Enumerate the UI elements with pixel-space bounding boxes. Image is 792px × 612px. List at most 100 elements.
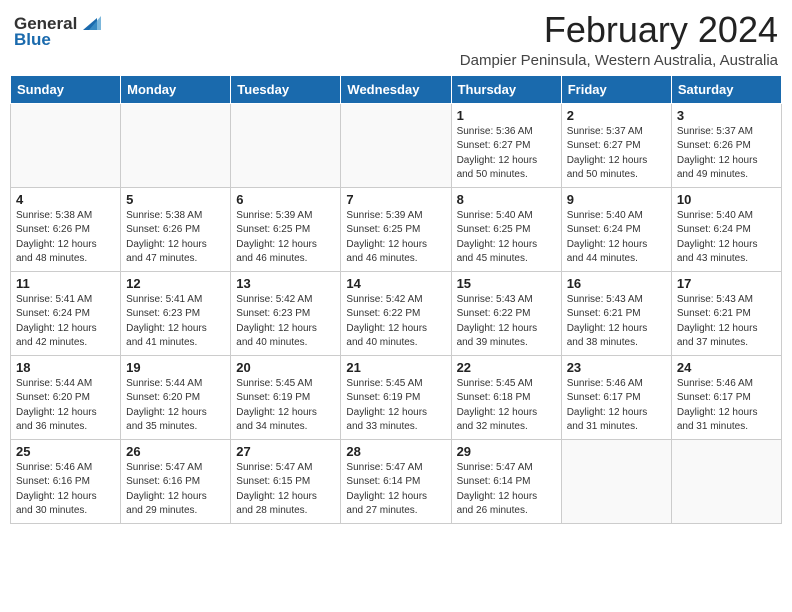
table-row: 6Sunrise: 5:39 AMSunset: 6:25 PMDaylight…: [231, 187, 341, 271]
table-row: 10 Sunrise: 5:40 AMSunset: 6:24 PMDayligh…: [671, 187, 781, 271]
table-row: 5 Sunrise: 5:38 AMSunset: 6:26 PMDaylight…: [121, 187, 231, 271]
day-number: 16: [567, 276, 666, 291]
day-number: 23: [567, 360, 666, 375]
table-row: 23Sunrise: 5:46 AMSunset: 6:17 PMDayligh…: [561, 355, 671, 439]
calendar-header-row: Sunday Monday Tuesday Wednesday Thursday…: [11, 75, 782, 103]
calendar-table: Sunday Monday Tuesday Wednesday Thursday…: [10, 75, 782, 524]
table-row: 1 Sunrise: 5:36 AMSunset: 6:27 PMDaylight…: [451, 103, 561, 187]
day-number: 2: [567, 108, 666, 123]
day-info: Sunrise: 5:40 AMSunset: 6:24 PMDaylight:…: [677, 209, 776, 267]
table-row: 27Sunrise: 5:47 AMSunset: 6:15 PMDayligh…: [231, 439, 341, 523]
day-number: 1: [457, 108, 556, 123]
day-info: Sunrise: 5:47 AMSunset: 6:15 PMDaylight:…: [236, 461, 335, 519]
header-friday: Friday: [561, 75, 671, 103]
table-row: 15 Sunrise: 5:43 AMSunset: 6:22 PMDayligh…: [451, 271, 561, 355]
day-info: Sunrise: 5:37 AMSunset: 6:26 PMDaylight:…: [677, 125, 776, 183]
table-row: [561, 439, 671, 523]
day-number: 5: [126, 192, 225, 207]
table-row: 2 Sunrise: 5:37 AMSunset: 6:27 PMDaylight…: [561, 103, 671, 187]
day-number: 13: [236, 276, 335, 291]
table-row: [231, 103, 341, 187]
day-number: 18: [16, 360, 115, 375]
day-info: Sunrise: 5:40 AMSunset: 6:24 PMDaylight:…: [567, 209, 666, 267]
day-info: Sunrise: 5:42 AMSunset: 6:22 PMDaylight:…: [346, 293, 445, 351]
day-info: Sunrise: 5:47 AMSunset: 6:14 PMDaylight:…: [346, 461, 445, 519]
table-row: [341, 103, 451, 187]
day-info: Sunrise: 5:36 AMSunset: 6:27 PMDaylight:…: [457, 125, 556, 183]
calendar-week-row: 4Sunrise: 5:38 AMSunset: 6:26 PMDaylight…: [11, 187, 782, 271]
header-sunday: Sunday: [11, 75, 121, 103]
day-info: Sunrise: 5:39 AMSunset: 6:25 PMDaylight:…: [346, 209, 445, 267]
table-row: 19Sunrise: 5:44 AMSunset: 6:20 PMDayligh…: [121, 355, 231, 439]
table-row: 21 Sunrise: 5:45 AMSunset: 6:19 PMDayligh…: [341, 355, 451, 439]
table-row: [671, 439, 781, 523]
table-row: 24Sunrise: 5:46 AMSunset: 6:17 PMDayligh…: [671, 355, 781, 439]
day-info: Sunrise: 5:38 AMSunset: 6:26 PMDaylight:…: [126, 209, 225, 267]
subtitle: Dampier Peninsula, Western Australia, Au…: [101, 52, 778, 69]
title-section: February 2024 Dampier Peninsula, Western…: [101, 10, 778, 69]
header-wednesday: Wednesday: [341, 75, 451, 103]
day-number: 14: [346, 276, 445, 291]
calendar-body: 1 Sunrise: 5:36 AMSunset: 6:27 PMDaylight…: [11, 103, 782, 523]
day-number: 9: [567, 192, 666, 207]
table-row: [11, 103, 121, 187]
header-saturday: Saturday: [671, 75, 781, 103]
table-row: 28 Sunrise: 5:47 AMSunset: 6:14 PMDayligh…: [341, 439, 451, 523]
day-info: Sunrise: 5:41 AMSunset: 6:23 PMDaylight:…: [126, 293, 225, 351]
day-number: 17: [677, 276, 776, 291]
day-info: Sunrise: 5:45 AMSunset: 6:19 PMDaylight:…: [346, 377, 445, 435]
day-info: Sunrise: 5:38 AMSunset: 6:26 PMDaylight:…: [16, 209, 115, 267]
day-info: Sunrise: 5:42 AMSunset: 6:23 PMDaylight:…: [236, 293, 335, 351]
table-row: 25 Sunrise: 5:46 AMSunset: 6:16 PMDayligh…: [11, 439, 121, 523]
day-info: Sunrise: 5:43 AMSunset: 6:22 PMDaylight:…: [457, 293, 556, 351]
table-row: [121, 103, 231, 187]
day-number: 12: [126, 276, 225, 291]
day-info: Sunrise: 5:37 AMSunset: 6:27 PMDaylight:…: [567, 125, 666, 183]
table-row: 26 Sunrise: 5:47 AMSunset: 6:16 PMDayligh…: [121, 439, 231, 523]
table-row: 4Sunrise: 5:38 AMSunset: 6:26 PMDaylight…: [11, 187, 121, 271]
calendar-week-row: 1 Sunrise: 5:36 AMSunset: 6:27 PMDaylight…: [11, 103, 782, 187]
table-row: 18 Sunrise: 5:44 AMSunset: 6:20 PMDayligh…: [11, 355, 121, 439]
main-title: February 2024: [101, 10, 778, 50]
day-number: 7: [346, 192, 445, 207]
table-row: 3 Sunrise: 5:37 AMSunset: 6:26 PMDaylight…: [671, 103, 781, 187]
day-info: Sunrise: 5:43 AMSunset: 6:21 PMDaylight:…: [567, 293, 666, 351]
day-info: Sunrise: 5:47 AMSunset: 6:16 PMDaylight:…: [126, 461, 225, 519]
day-info: Sunrise: 5:45 AMSunset: 6:18 PMDaylight:…: [457, 377, 556, 435]
day-info: Sunrise: 5:41 AMSunset: 6:24 PMDaylight:…: [16, 293, 115, 351]
table-row: 22 Sunrise: 5:45 AMSunset: 6:18 PMDayligh…: [451, 355, 561, 439]
day-info: Sunrise: 5:44 AMSunset: 6:20 PMDaylight:…: [126, 377, 225, 435]
day-info: Sunrise: 5:46 AMSunset: 6:16 PMDaylight:…: [16, 461, 115, 519]
day-number: 11: [16, 276, 115, 291]
table-row: 20 Sunrise: 5:45 AMSunset: 6:19 PMDayligh…: [231, 355, 341, 439]
day-info: Sunrise: 5:43 AMSunset: 6:21 PMDaylight:…: [677, 293, 776, 351]
calendar-week-row: 18 Sunrise: 5:44 AMSunset: 6:20 PMDayligh…: [11, 355, 782, 439]
header-thursday: Thursday: [451, 75, 561, 103]
day-number: 21: [346, 360, 445, 375]
table-row: 7 Sunrise: 5:39 AMSunset: 6:25 PMDaylight…: [341, 187, 451, 271]
calendar-week-row: 11 Sunrise: 5:41 AMSunset: 6:24 PMDayligh…: [11, 271, 782, 355]
day-info: Sunrise: 5:45 AMSunset: 6:19 PMDaylight:…: [236, 377, 335, 435]
day-number: 15: [457, 276, 556, 291]
day-number: 28: [346, 444, 445, 459]
table-row: 8Sunrise: 5:40 AMSunset: 6:25 PMDaylight…: [451, 187, 561, 271]
table-row: 9 Sunrise: 5:40 AMSunset: 6:24 PMDaylight…: [561, 187, 671, 271]
day-number: 22: [457, 360, 556, 375]
calendar-week-row: 25 Sunrise: 5:46 AMSunset: 6:16 PMDayligh…: [11, 439, 782, 523]
day-number: 29: [457, 444, 556, 459]
day-number: 3: [677, 108, 776, 123]
day-info: Sunrise: 5:44 AMSunset: 6:20 PMDaylight:…: [16, 377, 115, 435]
day-number: 24: [677, 360, 776, 375]
day-number: 25: [16, 444, 115, 459]
logo: General Blue: [14, 14, 101, 50]
day-number: 8: [457, 192, 556, 207]
header-monday: Monday: [121, 75, 231, 103]
table-row: 12 Sunrise: 5:41 AMSunset: 6:23 PMDayligh…: [121, 271, 231, 355]
table-row: 11 Sunrise: 5:41 AMSunset: 6:24 PMDayligh…: [11, 271, 121, 355]
table-row: 29Sunrise: 5:47 AMSunset: 6:14 PMDayligh…: [451, 439, 561, 523]
day-number: 20: [236, 360, 335, 375]
table-row: 13 Sunrise: 5:42 AMSunset: 6:23 PMDayligh…: [231, 271, 341, 355]
day-number: 10: [677, 192, 776, 207]
day-number: 26: [126, 444, 225, 459]
day-number: 6: [236, 192, 335, 207]
